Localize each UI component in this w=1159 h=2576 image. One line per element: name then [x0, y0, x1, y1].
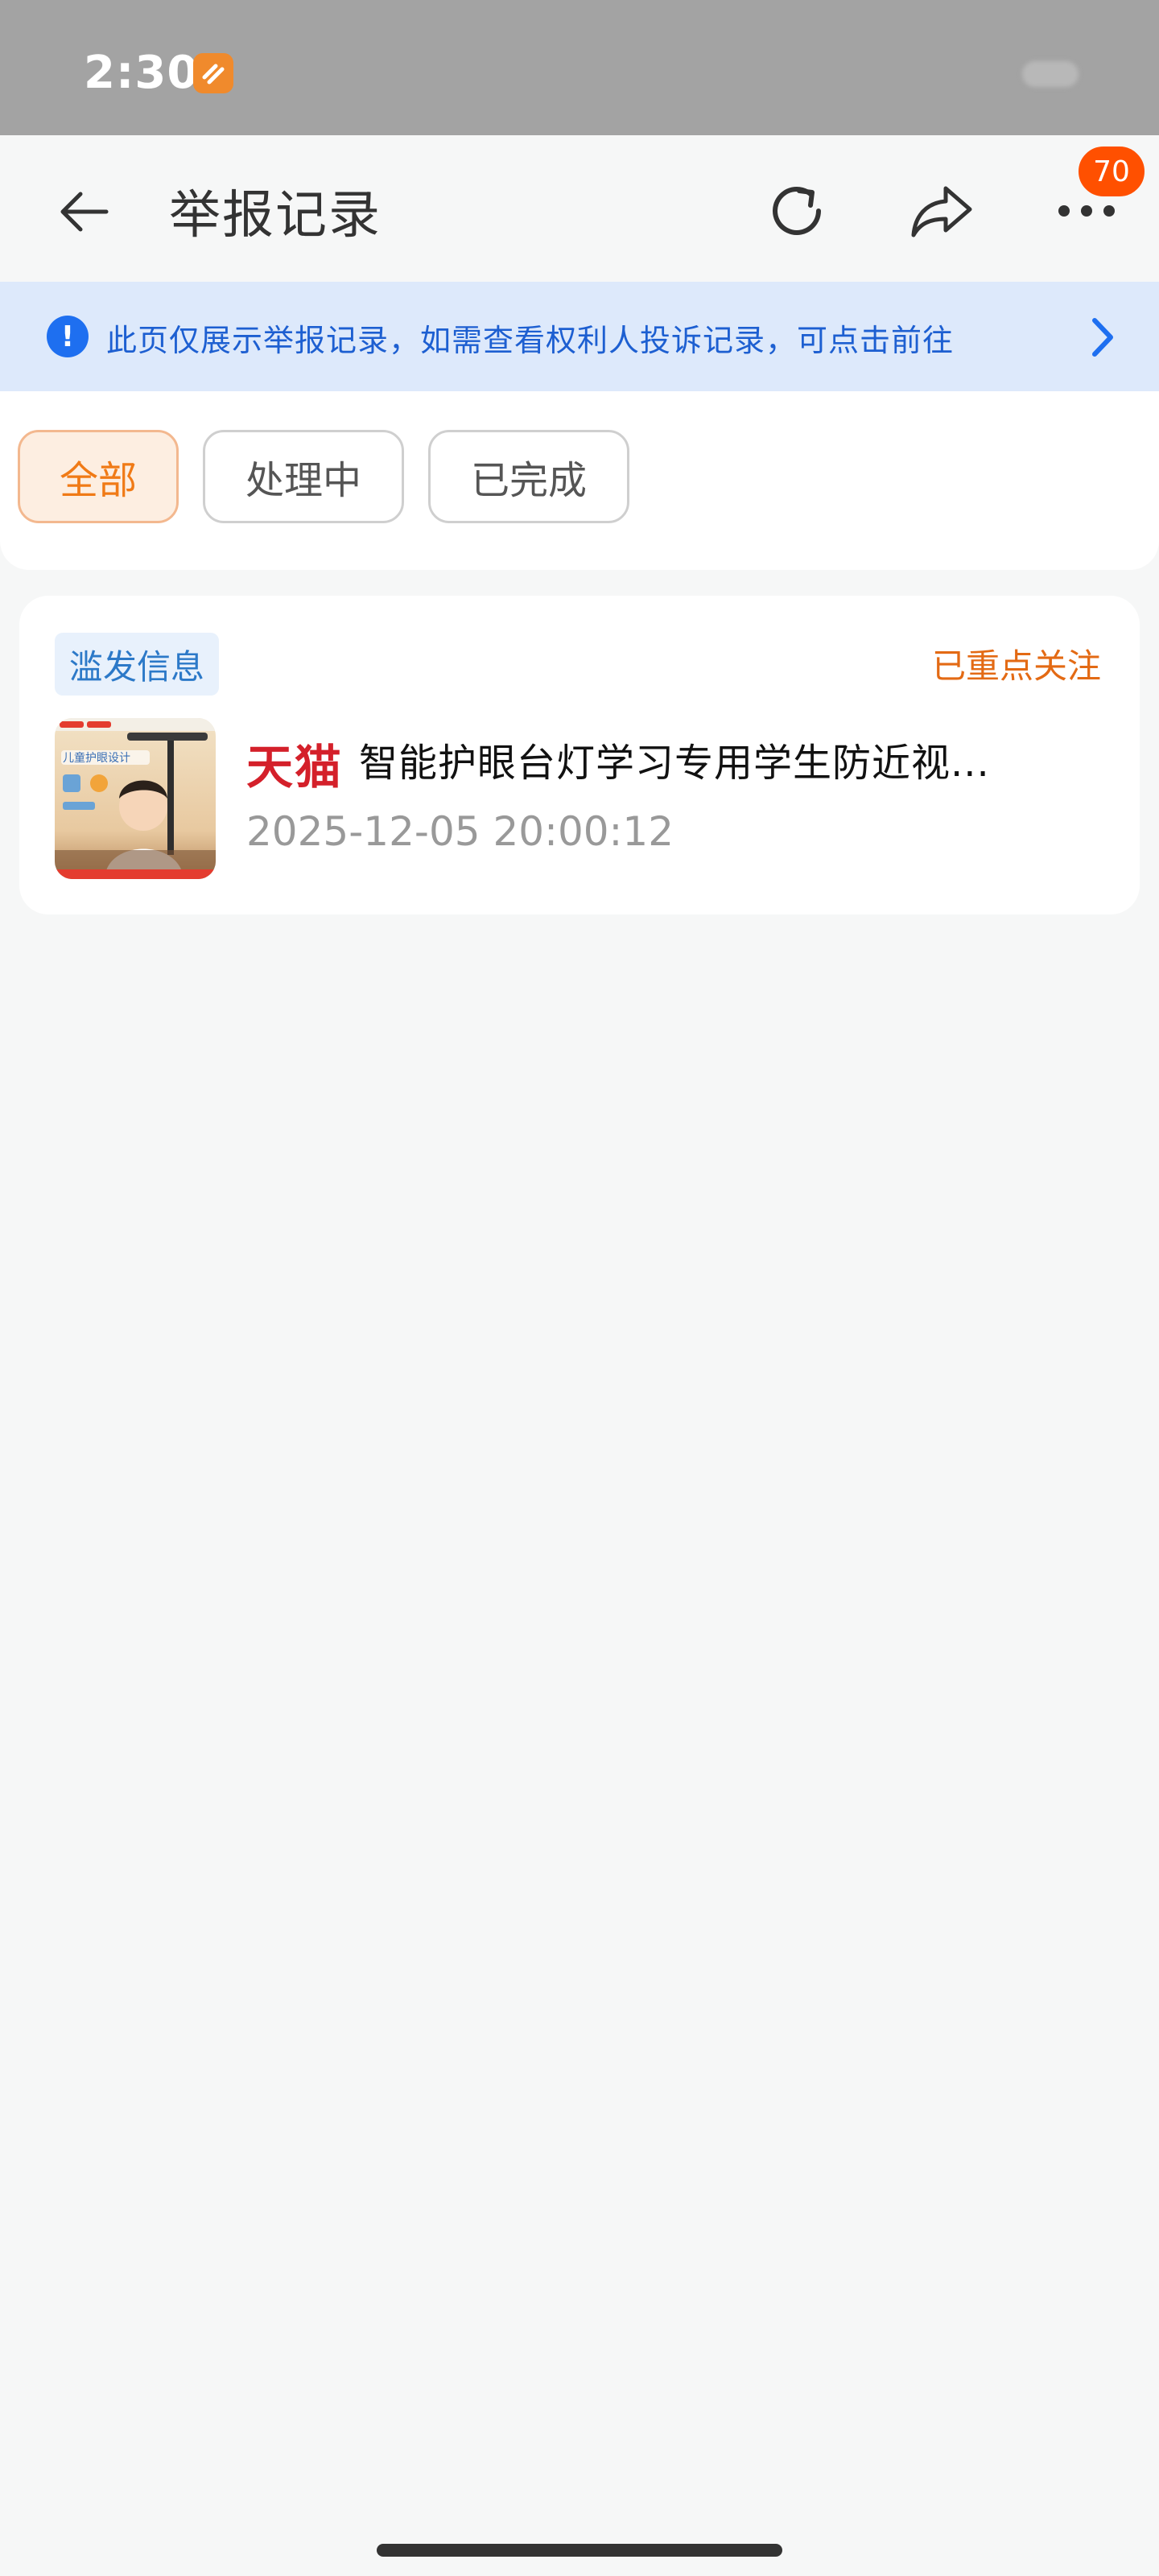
notice-banner[interactable]: ! 此页仅展示举报记录，如需查看权利人投诉记录，可点击前往	[0, 282, 1159, 391]
navbar: 举报记录	[0, 135, 1159, 282]
product-thumbnail[interactable]: 儿童护眼设计	[55, 718, 216, 879]
more-icon	[1058, 205, 1115, 217]
thumbnail-caption: 儿童护眼设计	[63, 751, 130, 765]
filter-processing[interactable]: 处理中	[203, 430, 404, 523]
share-icon	[911, 186, 972, 237]
report-type-tag: 滥发信息	[55, 633, 220, 696]
chevron-right-icon[interactable]	[1079, 309, 1127, 365]
status-badge: 已重点关注	[931, 646, 1101, 686]
filter-panel: 全部 处理中 已完成	[0, 391, 1159, 570]
tmall-shop-label: 天猫	[246, 740, 344, 795]
status-bar: 2:30	[0, 0, 1159, 135]
filter-all[interactable]: 全部	[18, 430, 179, 523]
status-indicators	[1022, 61, 1079, 87]
app-notification-icon	[193, 53, 233, 93]
refresh-button[interactable]	[757, 171, 837, 251]
status-time: 2:30	[84, 47, 200, 99]
info-icon: !	[47, 316, 89, 357]
back-arrow-icon	[60, 192, 109, 232]
notification-count-badge: 70	[1075, 143, 1148, 200]
page-title: 举报记录	[169, 186, 382, 246]
back-button[interactable]	[48, 175, 121, 248]
share-button[interactable]	[901, 171, 982, 251]
refresh-icon	[773, 187, 821, 235]
home-indicator[interactable]	[377, 2544, 782, 2557]
notice-text: 此页仅展示举报记录，如需查看权利人投诉记录，可点击前往	[106, 323, 955, 358]
report-record-card[interactable]: 滥发信息 已重点关注 儿童护眼设计 天猫 智能护眼台灯学习专用学生防近视... …	[19, 596, 1140, 914]
product-title[interactable]: 智能护眼台灯学习专用学生防近视...	[359, 731, 1083, 787]
filter-completed[interactable]: 已完成	[428, 430, 629, 523]
report-timestamp: 2025-12-05 20:00:12	[246, 808, 674, 855]
